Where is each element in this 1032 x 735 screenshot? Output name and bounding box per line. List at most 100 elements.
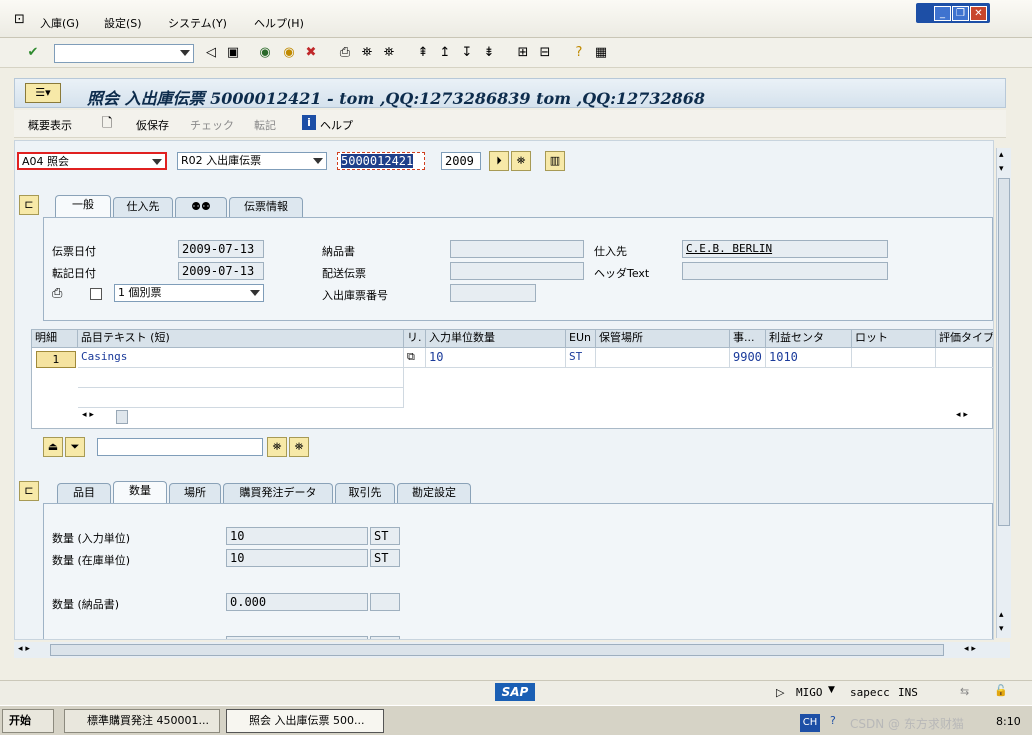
- menu-item-system[interactable]: システム(Y): [168, 15, 227, 31]
- header-collapse-icon[interactable]: ⊏: [19, 195, 39, 215]
- grid-header-text[interactable]: 品目テキスト (短): [78, 330, 404, 348]
- exit-icon[interactable]: ◉: [280, 44, 298, 62]
- qty-delivery-note-field[interactable]: 0.000: [226, 593, 368, 611]
- qty-delivery-note-unit[interactable]: [370, 593, 400, 611]
- prev-page-icon[interactable]: ↥: [436, 44, 454, 62]
- grid-header-batch[interactable]: ロット: [852, 330, 936, 348]
- reference-doc-select[interactable]: R02 入出庫伝票: [177, 152, 327, 170]
- tab-where[interactable]: 場所: [169, 483, 221, 503]
- print-icon[interactable]: ⎙: [336, 44, 354, 62]
- qty-entry-unit[interactable]: ST: [370, 527, 400, 545]
- row-text[interactable]: Casings: [78, 348, 404, 368]
- delivery-note-field[interactable]: [450, 240, 584, 258]
- row-batch[interactable]: [852, 348, 936, 368]
- menu-item-goods-movement[interactable]: 入庫(G): [40, 15, 79, 31]
- overview-button[interactable]: 概要表示: [28, 117, 72, 133]
- item-search-input[interactable]: [97, 438, 263, 456]
- start-button[interactable]: 开始: [2, 709, 54, 733]
- help-icon[interactable]: ?: [830, 714, 836, 727]
- last-page-icon[interactable]: ⇟: [480, 44, 498, 62]
- find-icon[interactable]: ⛯: [267, 437, 287, 457]
- row-ref-icon[interactable]: ⧉: [404, 348, 426, 368]
- language-indicator[interactable]: CH: [800, 714, 820, 732]
- menu-icon[interactable]: ⊡: [14, 12, 25, 27]
- title-menu-icon[interactable]: ☰▾: [25, 83, 61, 103]
- help-icon[interactable]: ?: [570, 44, 588, 62]
- first-page-icon[interactable]: ⇞: [414, 44, 432, 62]
- scroll-down-icon[interactable]: ▾: [999, 164, 1004, 174]
- menu-item-settings[interactable]: 設定(S): [104, 15, 142, 31]
- doc-date-field[interactable]: 2009-07-13: [178, 240, 264, 258]
- chevron-down-icon[interactable]: [250, 290, 260, 296]
- post-date-field[interactable]: 2009-07-13: [178, 262, 264, 280]
- header-text-field[interactable]: [682, 262, 888, 280]
- row-eun[interactable]: ST: [566, 348, 596, 368]
- row-valuation[interactable]: [936, 348, 993, 368]
- hscroll-thumb[interactable]: [50, 644, 944, 656]
- restore-button[interactable]: ❐: [952, 6, 969, 21]
- enter-icon[interactable]: ✔: [24, 44, 42, 62]
- document-number-input[interactable]: 5000012421: [337, 152, 425, 170]
- tab-vendor[interactable]: 仕入先: [113, 197, 173, 217]
- cancel-icon[interactable]: ✖: [302, 44, 320, 62]
- vertical-scrollbar[interactable]: ▴ ▾ ▴ ▾: [996, 148, 1011, 638]
- execute-icon[interactable]: ⏵: [489, 151, 509, 171]
- find-icon[interactable]: ⛯: [358, 44, 376, 62]
- save-icon[interactable]: ▣: [224, 44, 242, 62]
- qty-stock-unit[interactable]: ST: [370, 549, 400, 567]
- print-checkbox[interactable]: [90, 288, 102, 300]
- find-next-icon[interactable]: ⛯: [289, 437, 309, 457]
- qty-stock-field[interactable]: 10: [226, 549, 368, 567]
- shortcut-icon[interactable]: ⊟: [536, 44, 554, 62]
- chevron-down-icon[interactable]: ▼: [828, 685, 835, 695]
- qty-extra-unit[interactable]: [370, 636, 400, 639]
- info-icon[interactable]: i: [302, 115, 316, 130]
- close-button[interactable]: ✕: [970, 6, 987, 21]
- grid-header-ref[interactable]: リ.: [404, 330, 426, 348]
- hold-button[interactable]: 仮保存: [136, 117, 169, 133]
- detail-collapse-icon[interactable]: ⊏: [19, 481, 39, 501]
- table-settings-icon[interactable]: ▥: [545, 151, 565, 171]
- chevron-down-icon[interactable]: [152, 159, 162, 165]
- tab-partner[interactable]: ⚉⚉: [175, 197, 227, 217]
- scroll-up-icon[interactable]: ▴: [999, 150, 1004, 160]
- new-session-icon[interactable]: ⊞: [514, 44, 532, 62]
- find-next-icon[interactable]: ⛯: [380, 44, 398, 62]
- scroll-right-icon[interactable]: ◂ ▸: [964, 644, 976, 654]
- horizontal-scrollbar[interactable]: ◂ ▸ ◂ ▸: [14, 642, 1010, 658]
- scroll-up-icon[interactable]: ▴: [999, 610, 1004, 620]
- row-profit-center[interactable]: 1010: [766, 348, 852, 368]
- vendor-field[interactable]: C.E.B. BERLIN: [682, 240, 888, 258]
- transaction-code[interactable]: MIGO: [796, 686, 823, 699]
- tab-po-data[interactable]: 購買発注データ: [223, 483, 333, 503]
- chevron-down-icon[interactable]: [313, 158, 323, 164]
- grid-header-item[interactable]: 明細: [32, 330, 78, 348]
- grid-scroll-right-icon[interactable]: ◂ ▸: [956, 410, 986, 420]
- tab-material[interactable]: 品目: [57, 483, 111, 503]
- back-icon[interactable]: ◉: [256, 44, 274, 62]
- chevron-down-icon[interactable]: [180, 50, 190, 56]
- taskbar-item-po[interactable]: 標準購買発注 450001...: [64, 709, 220, 733]
- tab-quantity[interactable]: 数量: [113, 481, 167, 503]
- filter-icon[interactable]: ⏷: [65, 437, 85, 457]
- next-page-icon[interactable]: ↧: [458, 44, 476, 62]
- row-qty[interactable]: 10: [426, 348, 566, 368]
- grid-header-valuation[interactable]: 評価タイプ: [936, 330, 993, 348]
- collapse-icon[interactable]: ◁: [202, 44, 220, 62]
- scroll-down-icon[interactable]: ▾: [999, 624, 1004, 634]
- gr-slip-field[interactable]: [450, 284, 536, 302]
- row-sloc[interactable]: [596, 348, 730, 368]
- row-plant[interactable]: 9900: [730, 348, 766, 368]
- help-button[interactable]: ヘルプ: [320, 117, 353, 133]
- layout-icon[interactable]: ▦: [592, 44, 610, 62]
- delete-row-icon[interactable]: ⏏: [43, 437, 63, 457]
- qty-extra-field[interactable]: [226, 636, 368, 639]
- menu-item-help[interactable]: ヘルプ(H): [254, 15, 304, 31]
- tab-doc-info[interactable]: 伝票情報: [229, 197, 303, 217]
- lock-icon[interactable]: 🔓: [994, 684, 1008, 697]
- scroll-thumb[interactable]: [998, 178, 1010, 526]
- new-document-icon[interactable]: 🗋: [102, 114, 112, 136]
- find-icon[interactable]: ⛯: [511, 151, 531, 171]
- tab-general[interactable]: 一般: [55, 195, 111, 217]
- qty-entry-field[interactable]: 10: [226, 527, 368, 545]
